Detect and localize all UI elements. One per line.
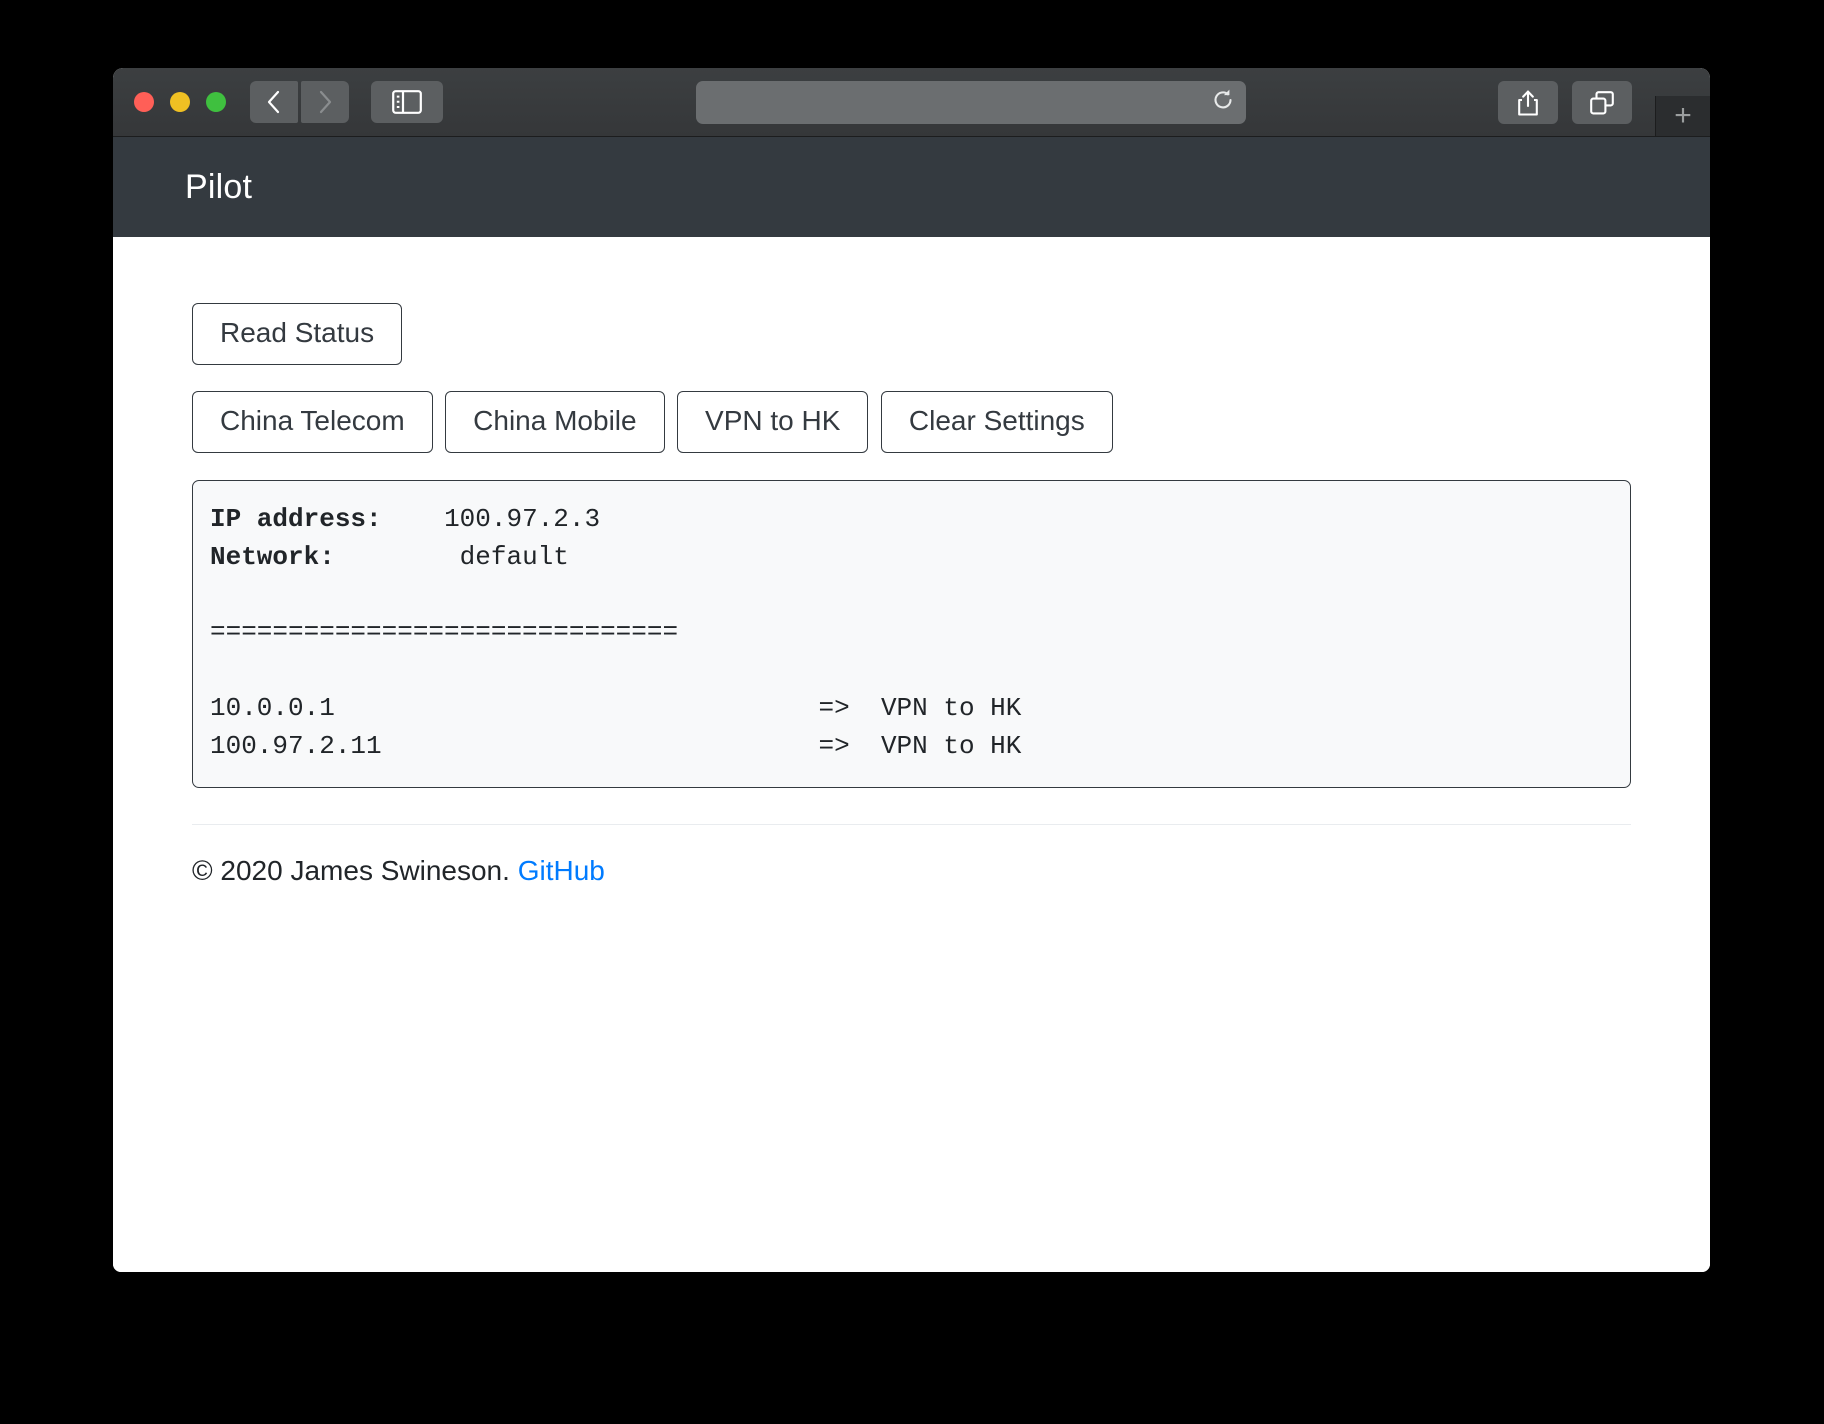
zoom-window-icon[interactable] [206,92,226,112]
browser-toolbar: + [113,68,1710,137]
tab-overview-icon [1590,90,1614,114]
new-tab-button[interactable]: + [1655,96,1710,136]
minimize-window-icon[interactable] [170,92,190,112]
copyright-text: © 2020 James Swineson. [192,855,510,887]
share-button[interactable] [1498,81,1558,124]
close-window-icon[interactable] [134,92,154,112]
github-link[interactable]: GitHub [518,855,605,886]
footer-divider [192,824,1631,826]
forward-button[interactable] [301,81,349,123]
page-body: Read Status China Telecom China Mobile V… [113,237,1710,1272]
footer: © 2020 James Swineson. GitHub [192,855,1631,887]
address-bar[interactable] [696,81,1246,124]
sidebar-toggle-button[interactable] [371,81,443,123]
ip-address-label: IP address: [210,504,382,535]
sidebar-icon [392,90,422,114]
back-button[interactable] [250,81,298,123]
navigation-buttons [250,81,349,123]
route-target: VPN to HK [880,730,1022,761]
route-target: VPN to HK [880,692,1022,723]
route-row: 100.97.2.11 => VPN to HK [210,731,1021,761]
toolbar-right-group [1498,81,1632,124]
page-title: Pilot [185,167,253,206]
ip-address-value: 100.97.2.3 [444,504,601,535]
window-controls [113,92,226,112]
network-label: Network: [210,542,335,573]
network-gap [335,542,460,572]
ip-address-gap [382,504,444,534]
route-arrow: => [818,730,850,761]
china-telecom-button[interactable]: China Telecom [192,391,433,454]
route-arrow: => [818,692,850,723]
tab-overview-button[interactable] [1572,81,1632,124]
primary-action-row: Read Status [192,303,1631,366]
content-container: Read Status China Telecom China Mobile V… [113,237,1710,887]
clear-settings-button[interactable]: Clear Settings [880,391,1113,454]
status-output-panel: IP address: 100.97.2.3 Network: default … [192,480,1631,789]
chevron-right-icon [319,90,332,114]
chevron-left-icon [267,90,280,114]
route-arrow-gap [850,731,881,761]
reload-icon [1214,89,1232,109]
route-row: 10.0.0.1 => VPN to HK [210,693,1021,723]
route-arrow-gap [850,693,881,723]
share-icon [1518,89,1538,116]
route-gap [382,731,819,761]
route-gap [335,693,819,723]
reload-button[interactable] [1210,87,1236,118]
output-separator: ============================== [210,617,679,648]
browser-window: + Pilot Read Status China Telecom China … [113,68,1710,1272]
network-action-row: China Telecom China Mobile VPN to HK Cle… [192,391,1631,454]
route-source: 100.97.2.11 [210,730,382,761]
page-navbar: Pilot [113,137,1710,237]
read-status-button[interactable]: Read Status [192,303,403,366]
route-source: 10.0.0.1 [210,692,335,723]
china-mobile-button[interactable]: China Mobile [445,391,665,454]
vpn-to-hk-button[interactable]: VPN to HK [677,391,869,454]
network-value: default [459,542,569,573]
